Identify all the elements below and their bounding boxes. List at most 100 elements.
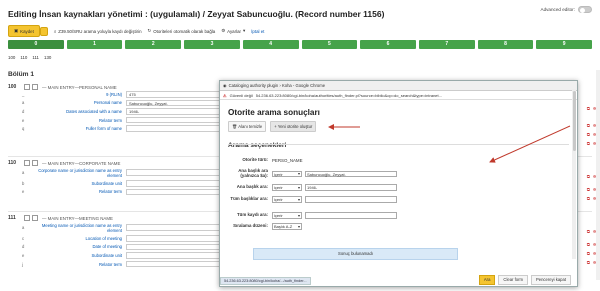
popup-window-title: Cataloging authority plugin › Koha - Goo… xyxy=(228,83,326,88)
z3950-button[interactable]: ⌕ Z39.50/SRU arama yoluyla kaydı değişti… xyxy=(54,29,142,34)
subfield-code: _ xyxy=(22,91,25,97)
authority-type-label: Otorite türü: xyxy=(242,157,268,163)
tab-9[interactable]: 9 xyxy=(536,40,593,49)
subfield-code: a xyxy=(22,100,25,106)
indicator-2[interactable] xyxy=(32,215,38,221)
field-link-100[interactable]: 100 xyxy=(8,55,15,60)
page-title: Editing İnsan kaynakları yönetimi : (uyg… xyxy=(8,9,385,19)
clear-field-button[interactable]: 🗑 Alanı temizle xyxy=(228,121,267,132)
clear-form-button[interactable]: Clear form xyxy=(498,274,528,285)
tab-4[interactable]: 4 xyxy=(242,40,299,49)
settings-button[interactable]: ⚙ Ayarlar ▾ xyxy=(221,28,245,34)
subfield-code: e xyxy=(22,117,25,123)
all-headings-operator[interactable]: içerir xyxy=(272,196,302,203)
authority-type-row: Otorite türü: PERSO_NAME xyxy=(228,157,302,163)
subfield-code: e xyxy=(22,252,25,258)
tag-number: 110 xyxy=(8,160,17,166)
refresh-icon: ↻ xyxy=(147,28,152,33)
entire-record-label: Tüm kaydı ara: xyxy=(237,211,268,217)
indicator-2[interactable] xyxy=(32,84,38,90)
field-link-110[interactable]: 110 xyxy=(20,55,27,60)
search-button[interactable]: Ara xyxy=(478,274,496,285)
main-heading-operator[interactable]: içerir xyxy=(272,184,302,191)
save-icon: ▣ xyxy=(14,28,19,33)
tab-8[interactable]: 8 xyxy=(477,40,534,49)
main-heading-only-input[interactable]: Sabuncuoğlu, Zeyyat. xyxy=(305,170,397,178)
subfield-label: Corporate name or jurisdiction name as e… xyxy=(38,167,122,178)
close-window-button[interactable]: Pencereyi kapat xyxy=(530,274,571,285)
tab-6[interactable]: 6 xyxy=(360,40,416,49)
indicator-2[interactable] xyxy=(32,160,38,166)
divider xyxy=(228,144,569,145)
chevron-down-icon: ▾ xyxy=(242,28,246,33)
advanced-editor-toggle[interactable] xyxy=(578,6,592,13)
advanced-editor: Advanced editor: xyxy=(541,6,592,13)
tab-1[interactable]: 1 xyxy=(66,40,123,49)
new-authority-button[interactable]: + Yeni otorite oluştur xyxy=(270,121,317,132)
authority-popup-window: ◉ Cataloging authority plugin › Koha - G… xyxy=(219,80,578,287)
toolbar: ▣ Kaydet ⌕ Z39.50/SRU arama yoluyla kayd… xyxy=(8,25,264,37)
insecure-label: Güvenli değil xyxy=(229,92,253,98)
cancel-link[interactable]: İptal et xyxy=(251,29,264,34)
entire-record-input[interactable] xyxy=(305,212,397,219)
warning-icon: ⚠ xyxy=(223,92,227,98)
subfield-code: a xyxy=(22,170,25,175)
save-button[interactable]: ▣ Kaydet xyxy=(8,25,40,37)
main-heading-only-row: Ana başlık ara (yalnızca $a): içerir Sab… xyxy=(228,168,397,179)
settings-label: Ayarlar xyxy=(227,28,241,34)
indicator-1[interactable] xyxy=(24,160,30,166)
indicator-1[interactable] xyxy=(24,215,30,221)
page-scrollbar[interactable] xyxy=(596,70,600,280)
entire-record-operator[interactable]: içerir xyxy=(272,212,302,219)
tab-2[interactable]: 2 xyxy=(125,40,182,49)
section-title: Bölüm 1 xyxy=(8,71,35,78)
entire-record-row: Tüm kaydı ara: içerir xyxy=(228,212,397,219)
popup-titlebar: ◉ Cataloging authority plugin › Koha - G… xyxy=(220,81,577,91)
status-bar-url: 54.236.63.223:8080/cgi-bin/koha/.../auth… xyxy=(220,277,311,285)
popup-toolbar: 🗑 Alanı temizle + Yeni otorite oluştur xyxy=(228,121,569,132)
link-authorities-label: Otoriteleri otomatik olarak bağla xyxy=(153,28,216,34)
advanced-editor-label: Advanced editor: xyxy=(540,7,575,12)
field-link-130[interactable]: 130 xyxy=(44,55,51,60)
tab-5[interactable]: 5 xyxy=(301,40,358,49)
all-headings-input[interactable] xyxy=(305,196,397,203)
sort-order-row: Sıralama düzeni: Başlık A-Z xyxy=(228,223,305,230)
main-heading-input[interactable]: 1946- xyxy=(305,184,397,191)
tag-description: — MAIN ENTRY—PERSONAL NAME xyxy=(42,84,117,90)
tag-number: 100 xyxy=(8,84,17,90)
sort-order-select[interactable]: Başlık A-Z xyxy=(272,223,302,230)
save-dropdown-button[interactable] xyxy=(39,26,48,36)
popup-address-bar[interactable]: ⚠ Güvenli değil 54.236.63.223:8080/cgi-b… xyxy=(220,91,577,100)
gear-icon: ⚙ xyxy=(221,28,226,33)
subfield-label: Location of meeting xyxy=(85,235,122,241)
all-headings-label: Tüm başlıklar ara: xyxy=(230,195,268,201)
subfield-code: b xyxy=(22,180,25,186)
tab-3[interactable]: 3 xyxy=(184,40,240,49)
popup-scrollbar[interactable] xyxy=(572,89,576,259)
indicator-1[interactable] xyxy=(24,84,30,90)
subfield-label: Subordinate unit xyxy=(91,180,123,186)
subfield-label: Fuller form of name xyxy=(85,126,122,132)
no-results-message: Sonuç bulunamadı xyxy=(253,248,458,260)
subfield-label: Relator term xyxy=(98,117,122,123)
tag-description: — MAIN ENTRY—MEETING NAME xyxy=(42,215,113,221)
trash-icon: 🗑 xyxy=(232,123,238,129)
tab-7[interactable]: 7 xyxy=(418,40,475,49)
main-heading-label: Ana başlık ara: xyxy=(236,183,268,189)
subfield-code: a xyxy=(22,225,25,230)
tab-bar: 0 1 2 3 4 5 6 7 8 9 xyxy=(8,40,593,49)
tag-description: — MAIN ENTRY—CORPORATE NAME xyxy=(42,160,121,166)
z3950-label: Z39.50/SRU arama yoluyla kaydı değiştiri… xyxy=(58,28,142,34)
subfield-code: d xyxy=(22,244,25,250)
field-nav: 100 110 111 130 xyxy=(8,55,51,60)
main-heading-only-operator[interactable]: içerir xyxy=(272,170,302,178)
tab-0[interactable]: 0 xyxy=(8,40,64,49)
search-icon: ⌕ xyxy=(53,28,57,34)
link-authorities-button[interactable]: ↻ Otoriteleri otomatik olarak bağla xyxy=(148,28,216,34)
subfield-code: e xyxy=(22,189,25,195)
subfield-label: Relator term xyxy=(98,261,122,267)
save-label: Kaydet xyxy=(20,28,34,34)
main-heading-row: Ana başlık ara: içerir 1946- xyxy=(228,184,397,191)
subfield-label: Subordinate unit xyxy=(91,252,123,258)
field-link-111[interactable]: 111 xyxy=(32,55,39,60)
